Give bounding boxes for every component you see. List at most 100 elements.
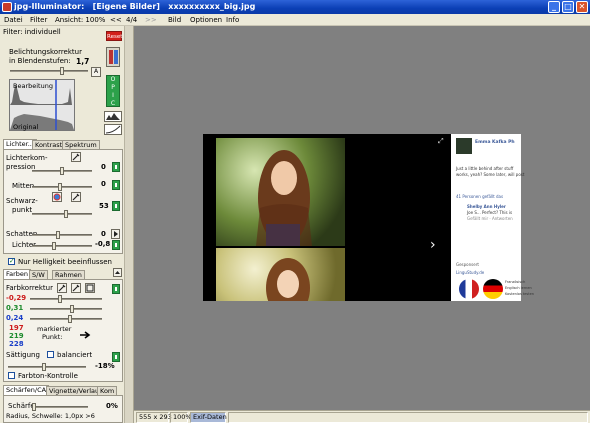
balanciert-checkbox[interactable] (47, 351, 54, 358)
sidebar-line-1: Just a little behind after stuff (456, 166, 514, 171)
menu-filter[interactable]: Filter (30, 16, 47, 24)
mitten-slider[interactable] (32, 183, 92, 191)
schwarzpunkt-thumb[interactable] (64, 210, 68, 218)
schaerfe-slider[interactable] (32, 403, 88, 411)
balanciert-label: balanciert (57, 351, 93, 359)
menu-previous-image[interactable]: << (110, 16, 122, 24)
lichter-slider[interactable] (32, 242, 92, 250)
sidebar-line-7: Gesponsert (456, 262, 479, 267)
menu-bar: Datei Filter Ansicht: 100% << 4/4 >> Bil… (0, 14, 590, 26)
saettigung-slider[interactable] (8, 363, 86, 371)
app-window: jpg-Illuminator: [Eigene Bilder] xxxxxxx… (0, 0, 590, 423)
saettigung-toggle[interactable] (112, 352, 120, 362)
color-picker-button[interactable] (52, 192, 62, 202)
filter-label: Filter: individuell (3, 28, 61, 36)
lichterkompression-toggle[interactable] (112, 162, 120, 172)
eyedropper-icon (72, 193, 80, 201)
schaerfe-value: 0% (106, 402, 118, 410)
status-image-size: 555 x 293 (136, 412, 172, 423)
schwarzpunkt-eyedropper-button[interactable] (71, 192, 81, 202)
image-viewport[interactable]: › ⤢ Emma Kafka Ph Just a little behind a… (134, 26, 590, 410)
next-photo-arrow[interactable]: › (430, 237, 436, 253)
menu-info[interactable]: Info (226, 16, 239, 24)
close-button[interactable]: ✕ (576, 1, 588, 13)
schatten-arrow-button[interactable] (111, 229, 120, 239)
exif-data-button[interactable]: Exif-Daten (190, 412, 227, 423)
minimize-button[interactable]: _ (548, 1, 560, 13)
schwarzpunkt-toggle[interactable] (112, 201, 120, 211)
schwarzpunkt-slider[interactable] (32, 210, 92, 218)
lichterkompression-slider[interactable] (32, 167, 92, 175)
collapse-arrow-icon (115, 271, 120, 274)
social-sidebar: Emma Kafka Ph Just a little behind after… (451, 134, 534, 301)
mitten-value: 0 (101, 180, 106, 188)
status-empty-cell (228, 412, 588, 423)
schaerfe-thumb[interactable] (32, 403, 36, 411)
farbkorrektur-blue-thumb[interactable] (68, 315, 72, 323)
histogram-bottom-label: Original (13, 123, 39, 131)
schwarzpunkt-label: Schwarz- (6, 197, 38, 205)
status-bar: 555 x 293 100% Exif-Daten (134, 410, 590, 423)
farbkorrektur-red-thumb[interactable] (58, 295, 62, 303)
saettigung-value: -18% (95, 362, 115, 370)
histogram-mode-button[interactable] (104, 111, 122, 122)
farbkorrektur-blue-value: 0,24 (6, 314, 24, 322)
auto-exposure-button[interactable]: A (91, 67, 101, 77)
saettigung-thumb[interactable] (42, 363, 46, 371)
compare-button[interactable] (106, 47, 120, 67)
sidebar-line-11: Kostenlos testen (505, 292, 534, 296)
preview-image: › ⤢ Emma Kafka Ph Just a little behind a… (203, 134, 534, 318)
farb-eyedropper-2-button[interactable] (71, 283, 81, 293)
farbkorrektur-red-slider[interactable] (30, 295, 102, 303)
markierter-punkt-label-2: Punkt: (42, 333, 63, 341)
menu-datei[interactable]: Datei (4, 16, 23, 24)
markierter-punkt-label: markierter (37, 325, 72, 333)
lichterkompression-label: Lichterkom- (6, 154, 48, 162)
curve-mode-button[interactable] (104, 124, 122, 135)
maximize-button[interactable]: □ (562, 1, 574, 13)
color-circle-icon (53, 193, 61, 201)
schatten-slider[interactable] (32, 231, 92, 239)
farbkorrektur-red-value: -0,29 (6, 294, 27, 302)
menu-next-image[interactable]: >> (145, 16, 157, 24)
exposure-slider-thumb[interactable] (60, 67, 64, 75)
mitten-toggle[interactable] (112, 180, 120, 190)
sidebar-line-2: works, yeah? Some later, will post (456, 172, 525, 177)
saettigung-label: Sättigung (6, 351, 40, 359)
menu-bild[interactable]: Bild (168, 16, 181, 24)
lichterkompression-thumb[interactable] (60, 167, 64, 175)
menu-optionen[interactable]: Optionen (190, 16, 222, 24)
lichter-thumb[interactable] (52, 242, 56, 250)
side-letter-i: I (112, 92, 114, 99)
nur-helligkeit-checkbox[interactable] (8, 257, 15, 265)
farb-eyedropper-button[interactable] (57, 283, 67, 293)
mitten-thumb[interactable] (58, 183, 62, 191)
farbton-kontrolle-checkbox[interactable] (8, 372, 15, 379)
lichter-toggle[interactable] (112, 240, 120, 250)
histogram: Bearbeitung Original (9, 79, 75, 131)
farbkorrektur-green-thumb[interactable] (70, 305, 74, 313)
schatten-thumb[interactable] (56, 231, 60, 239)
farbkorrektur-green-slider[interactable] (30, 305, 102, 313)
window-title: jpg-Illuminator: [Eigene Bilder] xxxxxxx… (14, 2, 256, 11)
collapse-button[interactable] (113, 268, 122, 277)
profile-avatar (456, 138, 472, 154)
lichter-eyedropper-button[interactable] (71, 152, 81, 162)
schaerfe-label: Schärfe (8, 402, 35, 410)
curve-icon (105, 125, 121, 134)
photo-top (216, 138, 345, 246)
schwarzpunkt-value: 53 (99, 202, 109, 210)
farbkorrektur-toggle[interactable] (112, 284, 120, 294)
reset-button[interactable]: Reset (106, 31, 122, 41)
farb-clipboard-button[interactable] (85, 283, 95, 293)
radius-schwelle-label: Radius, Schwelle: 1,0px >6 (6, 412, 95, 420)
panel-splitter[interactable] (125, 26, 134, 423)
exposure-label: Belichtungskorrektur (9, 48, 82, 56)
clipboard-icon (86, 284, 94, 292)
menu-ansicht[interactable]: Ansicht: 100% (55, 16, 105, 24)
mitten-label: Mitten (12, 182, 35, 190)
expand-icon[interactable]: ⤢ (438, 137, 444, 146)
farbkorrektur-blue-slider[interactable] (30, 315, 102, 323)
opic-panel-button[interactable]: O P I C (106, 75, 120, 107)
exposure-slider[interactable] (10, 67, 88, 75)
